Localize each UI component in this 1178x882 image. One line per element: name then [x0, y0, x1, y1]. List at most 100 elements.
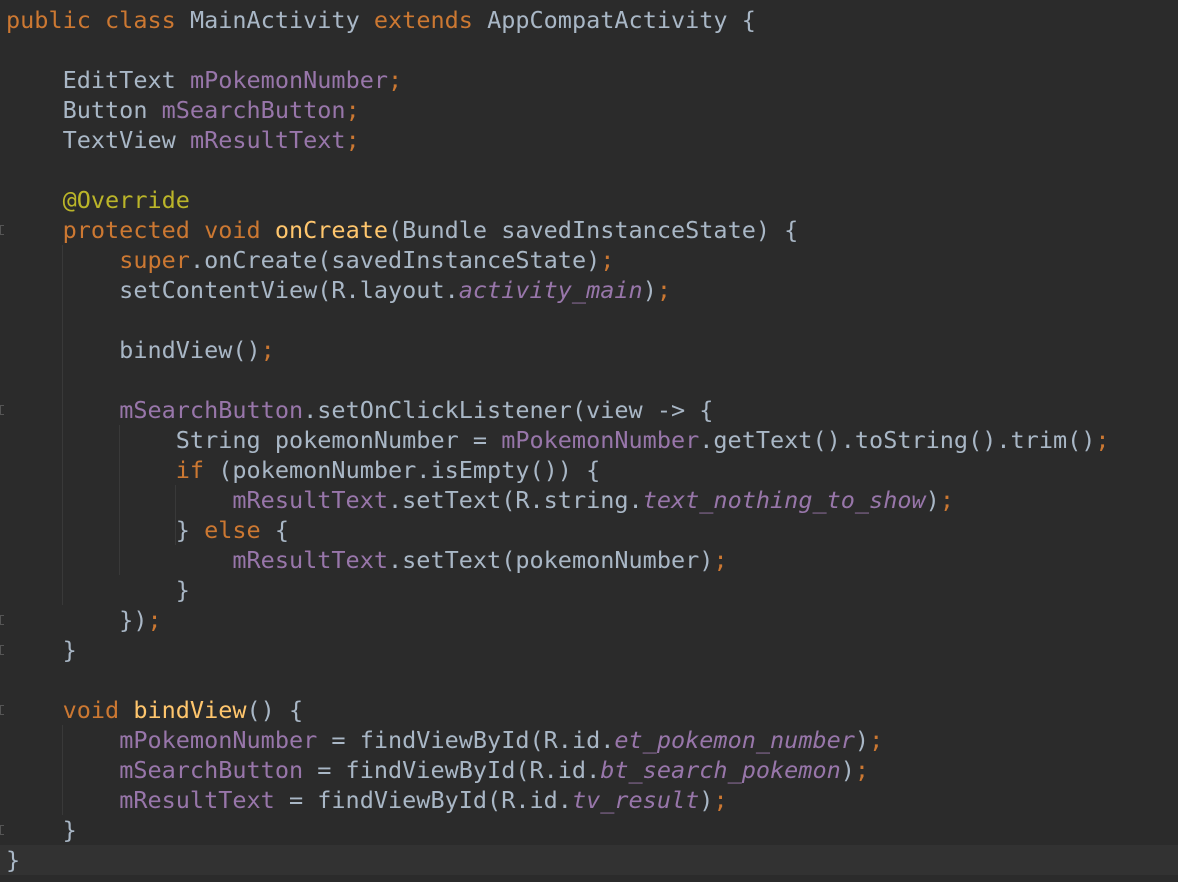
code-line[interactable]: TextView mResultText;	[0, 125, 1178, 155]
code-line[interactable]: mPokemonNumber = findViewById(R.id.et_po…	[0, 725, 1178, 755]
code-token: TextView	[6, 126, 190, 154]
code-line-text: }	[6, 815, 77, 845]
code-line[interactable]: void bindView() {	[0, 695, 1178, 725]
code-token: .getText().toString().trim()	[699, 426, 1096, 454]
code-line[interactable]	[0, 665, 1178, 695]
code-token: et_pokemon_number	[614, 726, 855, 754]
code-token: .onCreate(savedInstanceState)	[189, 246, 601, 274]
code-token: )	[642, 276, 657, 304]
code-line-text: Button mSearchButton;	[6, 95, 360, 125]
code-line-text: mResultText = findViewById(R.id.tv_resul…	[6, 785, 728, 815]
code-line[interactable]: super.onCreate(savedInstanceState);	[0, 245, 1178, 275]
code-token: protected void	[62, 216, 275, 244]
code-line[interactable]: @Override	[0, 185, 1178, 215]
code-line-text: setContentView(R.layout.activity_main);	[6, 275, 671, 305]
code-token: mResultText	[189, 126, 346, 154]
code-line-text: if (pokemonNumber.isEmpty()) {	[6, 455, 600, 485]
code-line[interactable]: mSearchButton = findViewById(R.id.bt_sea…	[0, 755, 1178, 785]
code-token: mPokemonNumber	[119, 726, 332, 754]
code-token: ;	[854, 756, 870, 784]
code-line[interactable]: }	[0, 575, 1178, 605]
code-line[interactable]	[0, 305, 1178, 335]
code-token: }	[6, 516, 205, 544]
code-token: ;	[600, 246, 615, 274]
code-token: ;	[713, 786, 728, 814]
code-line-text: public class MainActivity extends AppCom…	[6, 5, 756, 35]
code-line[interactable]	[0, 155, 1178, 185]
code-line[interactable]: }	[0, 845, 1178, 875]
code-token: mResultText	[232, 486, 389, 514]
code-token: setContentView(R.layout.	[6, 276, 459, 304]
code-token: super	[119, 246, 190, 274]
code-token: .setText(pokemonNumber)	[388, 546, 714, 574]
code-line[interactable]: setContentView(R.layout.activity_main);	[0, 275, 1178, 305]
code-token: )	[854, 726, 870, 754]
code-token: Button	[6, 96, 162, 124]
code-token: mSearchButton	[119, 756, 318, 784]
code-token: void	[62, 696, 134, 724]
code-line[interactable]: } else {	[0, 515, 1178, 545]
code-token: @Override	[62, 186, 190, 214]
code-token: else	[204, 516, 275, 544]
code-token: })	[6, 606, 148, 634]
code-token: AppCompatActivity {	[487, 6, 756, 34]
code-token: public class	[6, 6, 190, 34]
code-line[interactable]: EditText mPokemonNumber;	[0, 65, 1178, 95]
code-line-text: }	[6, 635, 77, 665]
code-line-text: protected void onCreate(Bundle savedInst…	[6, 215, 799, 245]
fold-marker-icon[interactable]	[0, 825, 4, 835]
code-line-text: mSearchButton.setOnClickListener(view ->…	[6, 395, 713, 425]
code-token: }	[6, 816, 77, 844]
code-token: ;	[713, 546, 728, 574]
code-token: .setOnClickListener(view -> {	[303, 396, 714, 424]
code-token: EditText	[6, 66, 190, 94]
code-token: = findViewById(R.id.	[317, 756, 601, 784]
code-line[interactable]: });	[0, 605, 1178, 635]
code-token: tv_result	[571, 786, 700, 814]
code-token: if	[175, 456, 219, 484]
code-line-text: mSearchButton = findViewById(R.id.bt_sea…	[6, 755, 869, 785]
code-token: text_nothing_to_show	[642, 486, 926, 514]
code-line-text: }	[6, 845, 20, 875]
code-line[interactable]: public class MainActivity extends AppCom…	[0, 5, 1178, 35]
code-line-text: } else {	[6, 515, 289, 545]
code-token: mPokemonNumber	[501, 426, 700, 454]
code-token: = findViewById(R.id.	[288, 786, 572, 814]
code-line[interactable]	[0, 365, 1178, 395]
fold-marker-icon[interactable]	[0, 615, 4, 625]
code-token: ;	[869, 726, 884, 754]
code-token: bt_search_pokemon	[600, 756, 841, 784]
code-line[interactable]: bindView();	[0, 335, 1178, 365]
code-line[interactable]: }	[0, 635, 1178, 665]
code-line[interactable]	[0, 35, 1178, 65]
fold-marker-icon[interactable]	[0, 705, 4, 715]
fold-marker-icon[interactable]	[0, 225, 4, 235]
code-line-text: });	[6, 605, 162, 635]
code-line[interactable]: if (pokemonNumber.isEmpty()) {	[0, 455, 1178, 485]
fold-marker-icon[interactable]	[0, 405, 4, 415]
code-token: mResultText	[232, 546, 389, 574]
code-line[interactable]: }	[0, 815, 1178, 845]
code-line[interactable]: mResultText = findViewById(R.id.tv_resul…	[0, 785, 1178, 815]
code-line-text: }	[6, 575, 190, 605]
code-line[interactable]: mResultText.setText(R.string.text_nothin…	[0, 485, 1178, 515]
code-line[interactable]: String pokemonNumber = mPokemonNumber.ge…	[0, 425, 1178, 455]
code-token: ;	[147, 606, 162, 634]
code-editor[interactable]: public class MainActivity extends AppCom…	[0, 0, 1178, 882]
code-line[interactable]: protected void onCreate(Bundle savedInst…	[0, 215, 1178, 245]
code-token: () {	[246, 696, 304, 724]
code-token: = findViewById(R.id.	[331, 726, 615, 754]
code-line[interactable]: mSearchButton.setOnClickListener(view ->…	[0, 395, 1178, 425]
fold-marker-icon[interactable]	[0, 645, 4, 655]
code-line[interactable]: Button mSearchButton;	[0, 95, 1178, 125]
code-line[interactable]: mResultText.setText(pokemonNumber);	[0, 545, 1178, 575]
